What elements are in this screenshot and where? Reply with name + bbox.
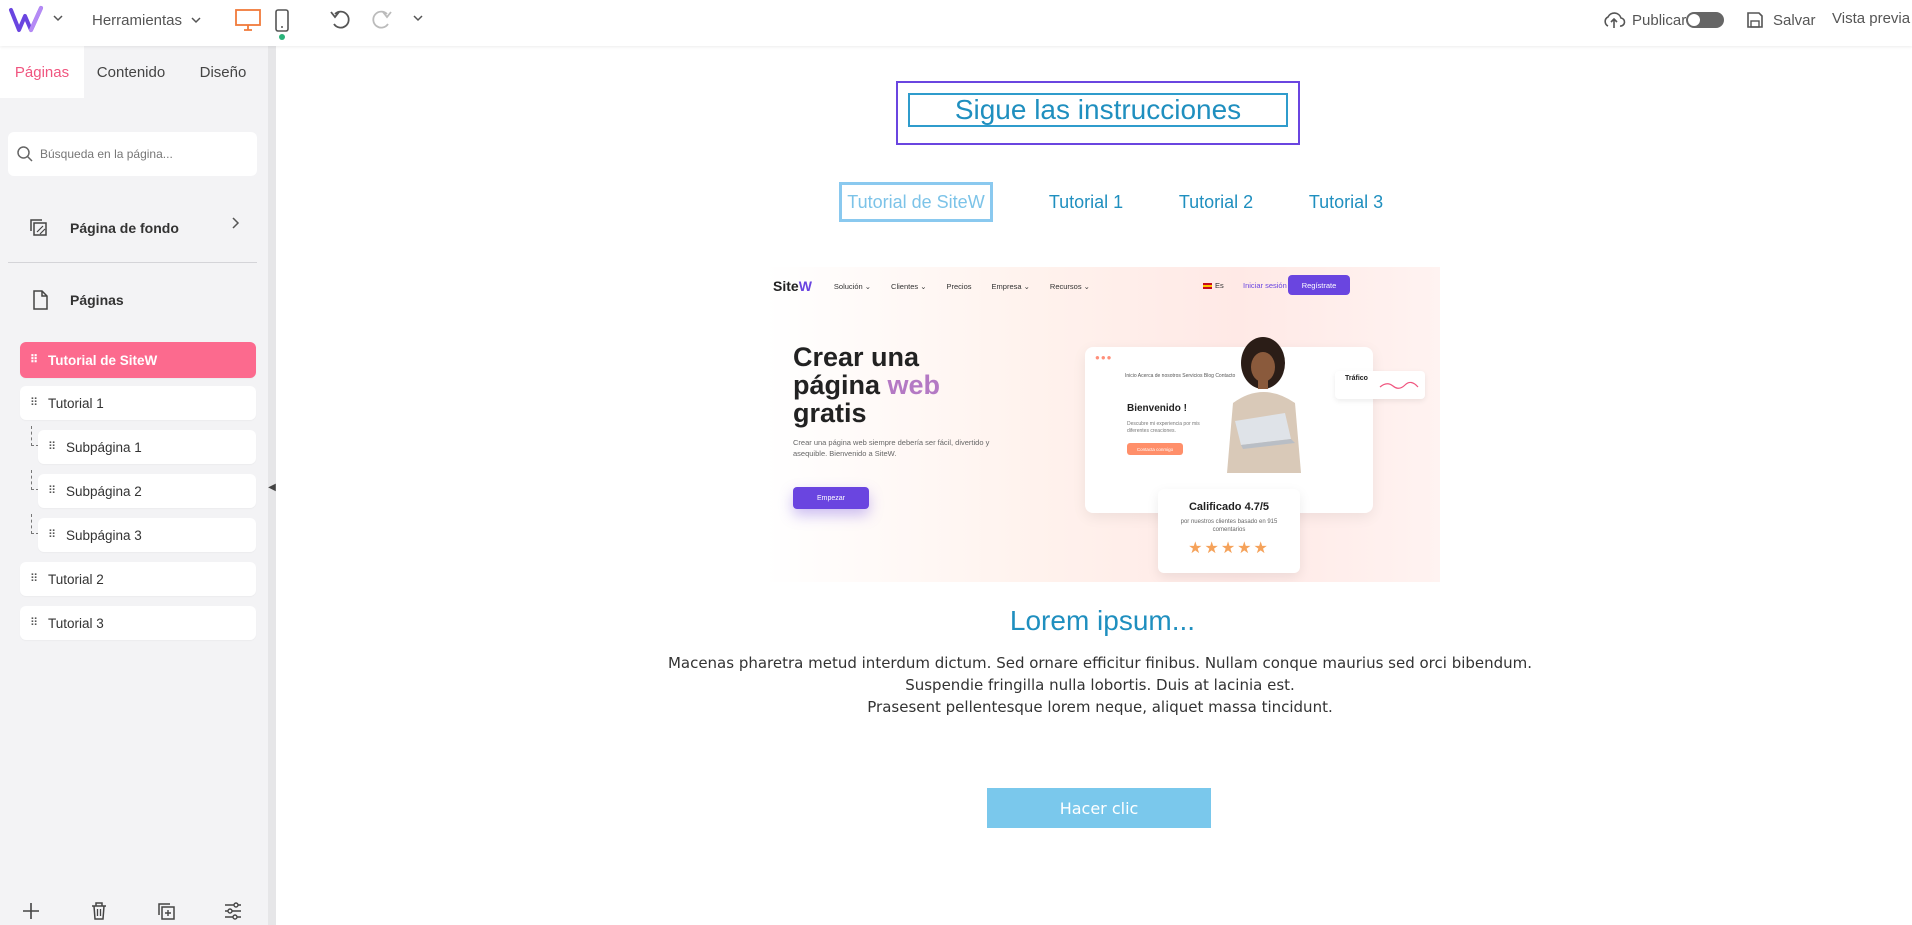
save-label: Salvar <box>1773 11 1816 29</box>
mockup-welcome: Bienvenido ! <box>1127 403 1188 414</box>
chevron-down-icon <box>191 17 201 24</box>
page-item-label: Tutorial 2 <box>48 571 104 587</box>
background-page-label: Página de fondo <box>70 220 179 236</box>
page-item-label: Tutorial 3 <box>48 615 104 631</box>
mockup-text: Descubre mi experiencia por mis diferent… <box>1127 421 1200 434</box>
drag-handle-icon[interactable]: ⠿ <box>48 530 58 541</box>
drag-handle-icon[interactable]: ⠿ <box>30 355 40 366</box>
tab-pages[interactable]: Páginas <box>0 46 84 98</box>
mobile-view-icon[interactable] <box>274 8 290 34</box>
save-button[interactable]: Salvar <box>1745 8 1816 32</box>
hero-nav-link: Clientes ⌄ <box>891 281 927 291</box>
page-item-tutorial-1[interactable]: ⠿ Tutorial 1 <box>20 386 256 420</box>
page-item-label: Subpágina 2 <box>66 483 142 499</box>
page-item-tutorial-2[interactable]: ⠿ Tutorial 2 <box>20 562 256 596</box>
page-item-tutorial-sitew[interactable]: ⠿ Tutorial de SiteW <box>20 342 256 378</box>
history-chevron-down-icon[interactable] <box>412 12 424 24</box>
paragraph-line: Prasesent pellentesque lorem neque, aliq… <box>867 698 1333 716</box>
page-item-label: Subpágina 3 <box>66 527 142 543</box>
window-dots-icon: ●●● <box>1095 353 1113 362</box>
page-item-tutorial-3[interactable]: ⠿ Tutorial 3 <box>20 606 256 640</box>
hero-headline: Crear una página web gratis <box>793 342 941 428</box>
drag-handle-icon[interactable]: ⠿ <box>48 442 58 453</box>
desktop-view-icon[interactable] <box>234 8 262 32</box>
trend-line-icon <box>1379 381 1419 389</box>
hero-nav-link: Precios <box>946 281 972 291</box>
tab-content[interactable]: Contenido <box>84 46 178 98</box>
hero-nav: SiteW Solución ⌄ Clientes ⌄ Precios Empr… <box>773 275 1433 297</box>
page-item-subpage-3[interactable]: ⠿ Subpágina 3 <box>38 518 256 552</box>
section-heading[interactable]: Lorem ipsum... <box>765 605 1440 637</box>
cloud-upload-icon <box>1604 12 1626 28</box>
drag-handle-icon[interactable]: ⠿ <box>48 486 58 497</box>
chevron-right-icon <box>230 216 240 235</box>
document-icon <box>33 290 48 310</box>
sidebar-divider <box>8 262 257 263</box>
tools-menu[interactable]: Herramientas <box>92 9 202 31</box>
drag-handle-icon[interactable]: ⠿ <box>30 574 40 585</box>
hero-subtext: Crear una página web siempre debería ser… <box>793 438 990 458</box>
search-placeholder: Búsqueda en la página... <box>40 147 173 161</box>
layers-icon <box>30 219 47 236</box>
star-rating-icon: ★★★★★ <box>1188 540 1270 557</box>
trash-icon[interactable] <box>86 898 112 924</box>
hero-register: Regístrate <box>1288 275 1350 295</box>
rating-title: Calificado 4.7/5 <box>1188 501 1270 513</box>
click-button[interactable]: Hacer clic <box>987 788 1211 828</box>
sidebar-tabs: Páginas Contenido Diseño <box>0 46 268 98</box>
undo-icon[interactable] <box>328 8 354 32</box>
site-nav-tutorial-1[interactable]: Tutorial 1 <box>1024 182 1148 222</box>
title-selection-frame[interactable]: Sigue las instrucciones <box>896 81 1300 145</box>
publish-label: Publicar <box>1632 11 1687 29</box>
hero-cta: Empezar <box>793 487 869 509</box>
paragraph-line: Macenas pharetra metud interdum dictum. … <box>667 654 1533 672</box>
top-toolbar: Herramientas Publicar Salvar Vista previ… <box>0 0 1912 46</box>
add-page-icon[interactable] <box>18 898 44 924</box>
site-nav-tutorial-3[interactable]: Tutorial 3 <box>1284 182 1408 222</box>
page-item-subpage-2[interactable]: ⠿ Subpágina 2 <box>38 474 256 508</box>
duplicate-icon[interactable] <box>153 898 179 924</box>
preview-button[interactable]: Vista previa <box>1832 10 1910 27</box>
page-item-label: Tutorial de SiteW <box>48 352 158 368</box>
paragraph-line: Suspendie fringilla nulla lobortis. Duis… <box>905 676 1295 694</box>
hero-lang: Es <box>1203 281 1224 290</box>
page-item-label: Subpágina 1 <box>66 439 142 455</box>
hero-brand-logo: SiteW <box>773 278 812 294</box>
page-title[interactable]: Sigue las instrucciones <box>908 93 1288 127</box>
search-icon <box>17 146 33 162</box>
rating-card: Calificado 4.7/5 por nuestros clientes b… <box>1158 489 1300 573</box>
left-sidebar: Páginas Contenido Diseño Búsqueda en la … <box>0 46 268 925</box>
woman-with-laptop-illustration <box>1215 333 1315 473</box>
hero-nav-link: Empresa ⌄ <box>991 281 1030 291</box>
page-item-label: Tutorial 1 <box>48 395 104 411</box>
tools-menu-label: Herramientas <box>92 11 183 29</box>
page-item-subpage-1[interactable]: ⠿ Subpágina 1 <box>38 430 256 464</box>
collapse-sidebar-icon[interactable]: ◀ <box>268 480 276 496</box>
publish-toggle[interactable] <box>1686 12 1724 28</box>
hero-login: Iniciar sesión <box>1243 281 1287 290</box>
redo-icon[interactable] <box>368 8 394 32</box>
background-page-item[interactable]: Página de fondo <box>28 214 240 242</box>
pages-header-label: Páginas <box>70 292 124 308</box>
pages-header: Páginas <box>30 286 124 314</box>
site-nav-tutorial-2[interactable]: Tutorial 2 <box>1154 182 1278 222</box>
tab-design[interactable]: Diseño <box>178 46 268 98</box>
hero-nav-link: Recursos ⌄ <box>1049 281 1090 291</box>
drag-handle-icon[interactable]: ⠿ <box>30 618 40 629</box>
drag-handle-icon[interactable]: ⠿ <box>30 398 40 409</box>
rating-subtext: por nuestros clientes basado en 915 come… <box>1180 519 1278 533</box>
hero-image[interactable]: SiteW Solución ⌄ Clientes ⌄ Precios Empr… <box>765 267 1440 582</box>
mobile-indicator-dot <box>279 34 285 40</box>
section-paragraph[interactable]: Macenas pharetra metud interdum dictum. … <box>600 652 1600 718</box>
hero-nav-link: Solución ⌄ <box>833 281 872 291</box>
traffic-widget: Tráfico <box>1335 371 1425 399</box>
publish-button[interactable]: Publicar <box>1602 8 1686 32</box>
logo-menu-chevron-down-icon[interactable] <box>52 12 64 24</box>
save-icon <box>1747 12 1763 28</box>
sitew-logo[interactable] <box>8 4 48 36</box>
settings-sliders-icon[interactable] <box>220 898 246 924</box>
site-nav-tutorial-sitew[interactable]: Tutorial de SiteW <box>839 182 993 222</box>
mockup-button: Contacta conmigo <box>1127 443 1183 455</box>
page-search-input[interactable]: Búsqueda en la página... <box>8 132 257 176</box>
